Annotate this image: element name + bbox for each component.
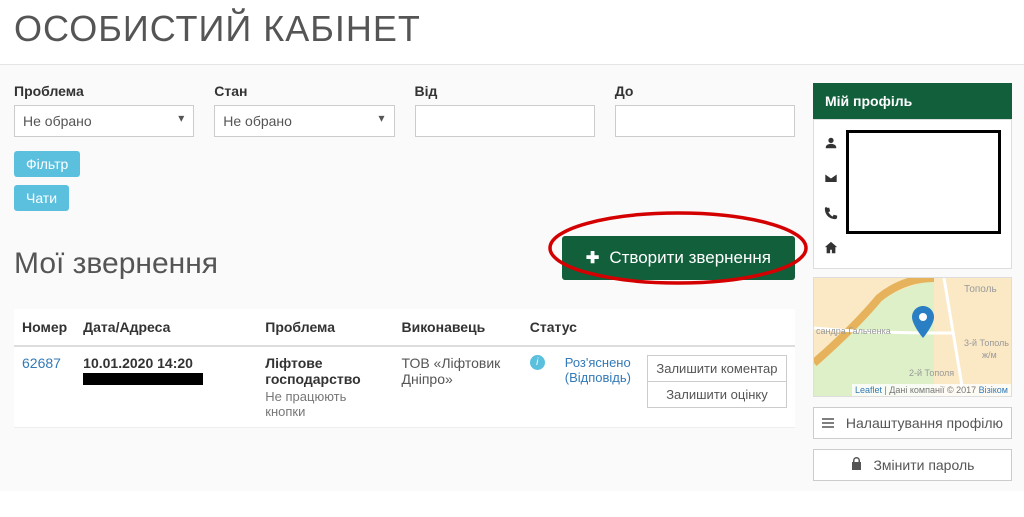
content-area: Проблема Не обрано Стан Не обрано Від xyxy=(0,65,1024,491)
profile-settings-label: Налаштування профілю xyxy=(846,415,1003,431)
sidebar-profile-photo xyxy=(846,130,1001,234)
filter-state-select[interactable]: Не обрано xyxy=(214,105,394,137)
filter-bar: Проблема Не обрано Стан Не обрано Від xyxy=(14,83,795,137)
leave-comment-button[interactable]: Залишити коментар xyxy=(647,355,787,381)
map-label: ж/м xyxy=(982,350,997,360)
col-executor: Виконавець xyxy=(394,309,522,346)
filter-from-label: Від xyxy=(415,83,595,99)
map-attr-leaflet-link[interactable]: Leaflet xyxy=(855,385,882,395)
map-label: 2-й Тополя xyxy=(909,368,954,378)
request-problem-sub: Не працюють кнопки xyxy=(265,389,385,419)
requests-heading: Мої звернення xyxy=(14,247,218,281)
requests-table: Номер Дата/Адреса Проблема Виконавець Ст… xyxy=(14,309,795,428)
filter-to-label: До xyxy=(615,83,795,99)
filter-problem-label: Проблема xyxy=(14,83,194,99)
request-executor: ТОВ «Ліфтовик Дніпро» xyxy=(394,346,522,428)
sidebar-profile-title: Мій профіль xyxy=(813,83,1012,119)
sidebar-profile-icons xyxy=(824,130,838,258)
filter-from-input[interactable] xyxy=(415,105,595,137)
filter-problem: Проблема Не обрано xyxy=(14,83,194,137)
create-request-label: Створити звернення xyxy=(609,248,771,267)
filter-to-input[interactable] xyxy=(615,105,795,137)
change-password-button[interactable]: Змінити пароль xyxy=(813,449,1012,481)
lock-icon xyxy=(851,457,866,473)
home-icon xyxy=(824,241,838,258)
request-date: 10.01.2020 14:20 xyxy=(83,355,193,371)
filter-state-label: Стан xyxy=(214,83,394,99)
map-attr-visicom-link[interactable]: Візіком xyxy=(979,385,1008,395)
col-actions xyxy=(639,309,795,346)
sidebar: Мій профіль xyxy=(809,65,1024,491)
request-status-main[interactable]: Роз'яснено xyxy=(565,355,631,370)
change-password-label: Змінити пароль xyxy=(873,457,974,473)
col-problem: Проблема xyxy=(257,309,393,346)
request-problem-cat: Ліфтове господарство xyxy=(265,355,360,387)
map-pin-icon xyxy=(911,306,935,338)
col-date: Дата/Адреса xyxy=(75,309,257,346)
filter-state: Стан Не обрано xyxy=(214,83,394,137)
map-label: сандра Гальченка xyxy=(816,326,891,336)
filter-problem-select[interactable]: Не обрано xyxy=(14,105,194,137)
table-row: 62687 10.01.2020 14:20 Ліфтове господарс… xyxy=(14,346,795,428)
col-num: Номер xyxy=(14,309,75,346)
map-label: Тополь xyxy=(964,284,997,295)
phone-icon xyxy=(824,206,838,223)
create-request-button[interactable]: ✚ Створити звернення xyxy=(562,236,795,280)
redacted-address xyxy=(83,373,203,385)
request-status-sub[interactable]: (Відповідь) xyxy=(565,370,631,385)
sidebar-profile-body xyxy=(813,119,1012,269)
map-attribution: Leaflet | Дані компанії © 2017 Візіком xyxy=(852,384,1011,396)
filter-button[interactable]: Фільтр xyxy=(14,151,80,177)
page-title: ОСОБИСТИЙ КАБІНЕТ xyxy=(0,0,1024,65)
filter-from: Від xyxy=(415,83,595,137)
sidebar-map[interactable]: Тополь сандра Гальченка 3-й Тополь ж/м 2… xyxy=(813,277,1012,397)
col-status: Статус xyxy=(522,309,639,346)
request-num-link[interactable]: 62687 xyxy=(22,355,61,371)
filter-to: До xyxy=(615,83,795,137)
plus-icon: ✚ xyxy=(586,250,599,267)
leave-rating-button[interactable]: Залишити оцінку xyxy=(647,381,787,408)
chats-button[interactable]: Чати xyxy=(14,185,69,211)
list-icon xyxy=(822,415,838,431)
profile-settings-button[interactable]: Налаштування профілю xyxy=(813,407,1012,439)
map-label: 3-й Тополь xyxy=(964,338,1009,348)
main-column: Проблема Не обрано Стан Не обрано Від xyxy=(0,65,809,491)
mail-icon xyxy=(824,171,838,188)
info-icon[interactable]: i xyxy=(530,355,545,370)
requests-heading-row: Мої звернення ✚ Створити звернення xyxy=(14,219,795,297)
person-icon xyxy=(824,136,838,153)
